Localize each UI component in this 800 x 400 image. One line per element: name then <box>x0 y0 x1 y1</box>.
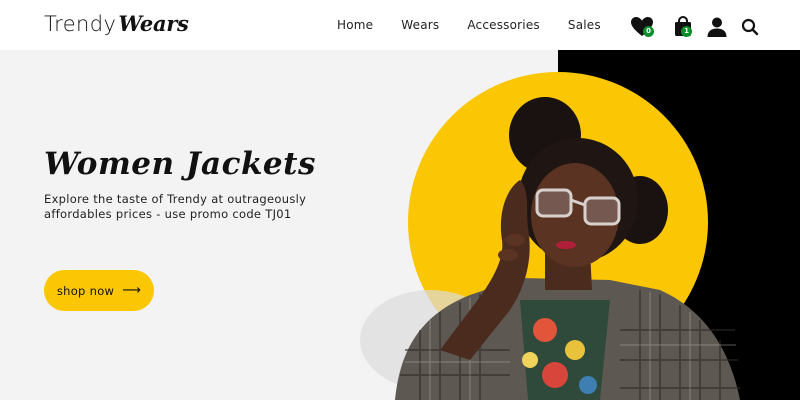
main-nav: Home Wears Accessories Sales <box>337 18 629 32</box>
nav-item-home[interactable]: Home <box>337 18 373 32</box>
user-icon <box>707 17 727 37</box>
wishlist-button[interactable]: 0 <box>629 14 655 40</box>
search-icon <box>741 18 759 36</box>
hero-title: Women Jackets <box>44 146 316 182</box>
search-button[interactable] <box>737 14 763 40</box>
cart-button[interactable]: 1 <box>670 14 696 40</box>
hero-banner: Women Jackets Explore the taste of Trend… <box>0 50 800 400</box>
hero-model-image <box>360 72 740 400</box>
site-header: Trendy Wears Home Wears Accessories Sale… <box>0 0 800 50</box>
cart-count-badge: 1 <box>681 26 692 37</box>
account-button[interactable] <box>704 14 730 40</box>
wishlist-count-badge: 0 <box>643 26 654 37</box>
logo-text-script: Wears <box>118 11 189 36</box>
arrow-right-icon: ⟶ <box>122 283 142 298</box>
header-icons: 0 1 <box>629 14 761 40</box>
brand-logo[interactable]: Trendy Wears <box>44 11 189 41</box>
shop-now-button[interactable]: shop now ⟶ <box>44 270 154 311</box>
nav-item-accessories[interactable]: Accessories <box>467 18 540 32</box>
logo-text-primary: Trendy <box>44 12 117 36</box>
hero-subtitle: Explore the taste of Trendy at outrageou… <box>44 192 307 221</box>
nav-item-wears[interactable]: Wears <box>401 18 439 32</box>
nav-item-sales[interactable]: Sales <box>568 18 601 32</box>
shop-now-label: shop now <box>56 283 115 298</box>
